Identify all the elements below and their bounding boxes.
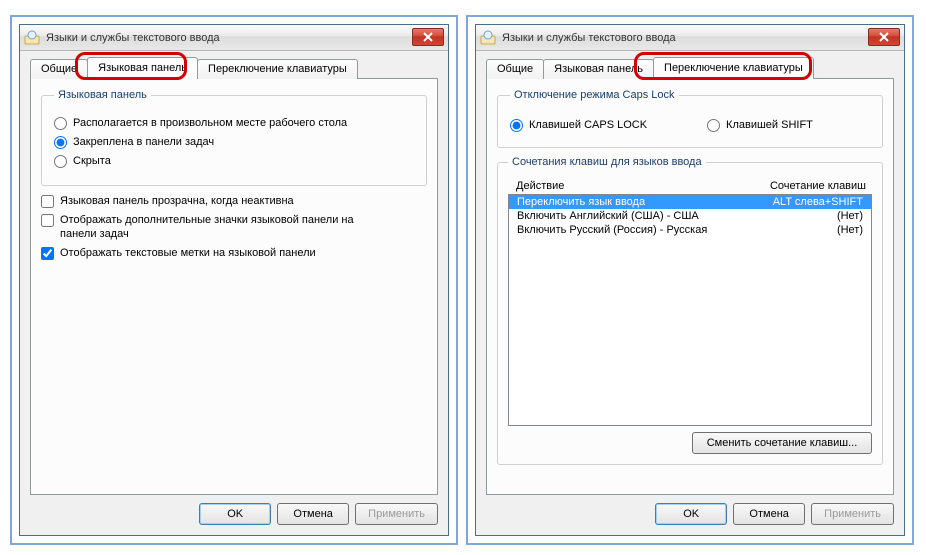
apply-button[interactable]: Применить — [355, 503, 438, 525]
window-title: Языки и службы текстового ввода — [46, 32, 220, 44]
tab-strip: Общие Языковая панель Переключение клави… — [486, 57, 894, 79]
radio-caps-capslock[interactable] — [510, 119, 523, 132]
dialog-buttons: OK Отмена Применить — [30, 495, 438, 525]
row-action: Включить Русский (Россия) - Русская — [517, 224, 707, 236]
hotkeys-row[interactable]: Включить Русский (Россия) - Русская (Нет… — [509, 223, 871, 237]
radio-dock[interactable] — [54, 136, 67, 149]
hotkeys-group: Сочетания клавиш для языков ввода Действ… — [497, 156, 883, 465]
hotkeys-list[interactable]: Переключить язык ввода ALT слева+SHIFT В… — [508, 194, 872, 426]
apply-button[interactable]: Применить — [811, 503, 894, 525]
tab-langbar[interactable]: Языковая панель — [87, 57, 198, 79]
keyboard-services-icon — [480, 30, 496, 46]
tab-switch[interactable]: Переключение клавиатуры — [197, 59, 358, 79]
check-text-labels[interactable] — [41, 247, 54, 260]
check-transparent[interactable] — [41, 195, 54, 208]
hotkeys-row[interactable]: Переключить язык ввода ALT слева+SHIFT — [509, 195, 871, 209]
row-keys: (Нет) — [837, 224, 863, 236]
hotkeys-header: Действие Сочетание клавиш — [508, 176, 872, 194]
titlebar: Языки и службы текстового ввода — [476, 25, 904, 51]
check-extra-icons-label: Отображать дополнительные значки языково… — [60, 213, 380, 241]
keyboard-services-icon — [24, 30, 40, 46]
langbar-group-title: Языковая панель — [54, 89, 151, 101]
radio-caps-shift[interactable] — [707, 119, 720, 132]
col-action: Действие — [516, 180, 564, 192]
radio-float-label: Располагается в произвольном месте рабоч… — [73, 116, 347, 130]
check-text-labels-label: Отображать текстовые метки на языковой п… — [60, 246, 316, 260]
row-action: Переключить язык ввода — [517, 196, 645, 208]
titlebar: Языки и службы текстового ввода — [20, 25, 448, 51]
hotkeys-row[interactable]: Включить Английский (США) - США (Нет) — [509, 209, 871, 223]
row-action: Включить Английский (США) - США — [517, 210, 699, 222]
radio-caps-shift-label: Клавишей SHIFT — [726, 118, 813, 132]
radio-dock-label: Закреплена в панели задач — [73, 135, 214, 149]
radio-float[interactable] — [54, 117, 67, 130]
tab-strip: Общие Языковая панель Переключение клави… — [30, 57, 438, 79]
tab-panel-langbar: Языковая панель Располагается в произвол… — [30, 78, 438, 495]
check-transparent-label: Языковая панель прозрачна, когда неактив… — [60, 194, 294, 208]
row-keys: ALT слева+SHIFT — [773, 196, 863, 208]
window-title: Языки и службы текстового ввода — [502, 32, 676, 44]
dialog-buttons: OK Отмена Применить — [486, 495, 894, 525]
dialog-langbar: Языки и службы текстового ввода Общие Яз… — [19, 24, 449, 536]
caps-group: Отключение режима Caps Lock Клавишей CAP… — [497, 89, 883, 148]
tab-general[interactable]: Общие — [30, 59, 88, 79]
change-hotkey-button[interactable]: Сменить сочетание клавиш... — [692, 432, 872, 454]
row-keys: (Нет) — [837, 210, 863, 222]
tab-general[interactable]: Общие — [486, 59, 544, 79]
cancel-button[interactable]: Отмена — [733, 503, 805, 525]
ok-button[interactable]: OK — [199, 503, 271, 525]
tab-langbar[interactable]: Языковая панель — [543, 59, 654, 79]
hotkeys-group-title: Сочетания клавиш для языков ввода — [508, 156, 706, 168]
check-extra-icons[interactable] — [41, 214, 54, 227]
col-keys: Сочетание клавиш — [770, 180, 866, 192]
radio-hidden[interactable] — [54, 155, 67, 168]
dialog-switch: Языки и службы текстового ввода Общие Яз… — [475, 24, 905, 536]
tab-switch[interactable]: Переключение клавиатуры — [653, 57, 814, 79]
langbar-group: Языковая панель Располагается в произвол… — [41, 89, 427, 186]
radio-caps-capslock-label: Клавишей CAPS LOCK — [529, 118, 647, 132]
caps-group-title: Отключение режима Caps Lock — [510, 89, 679, 101]
close-button[interactable] — [412, 28, 444, 46]
radio-hidden-label: Скрыта — [73, 154, 111, 168]
tab-panel-switch: Отключение режима Caps Lock Клавишей CAP… — [486, 78, 894, 495]
ok-button[interactable]: OK — [655, 503, 727, 525]
cancel-button[interactable]: Отмена — [277, 503, 349, 525]
close-button[interactable] — [868, 28, 900, 46]
